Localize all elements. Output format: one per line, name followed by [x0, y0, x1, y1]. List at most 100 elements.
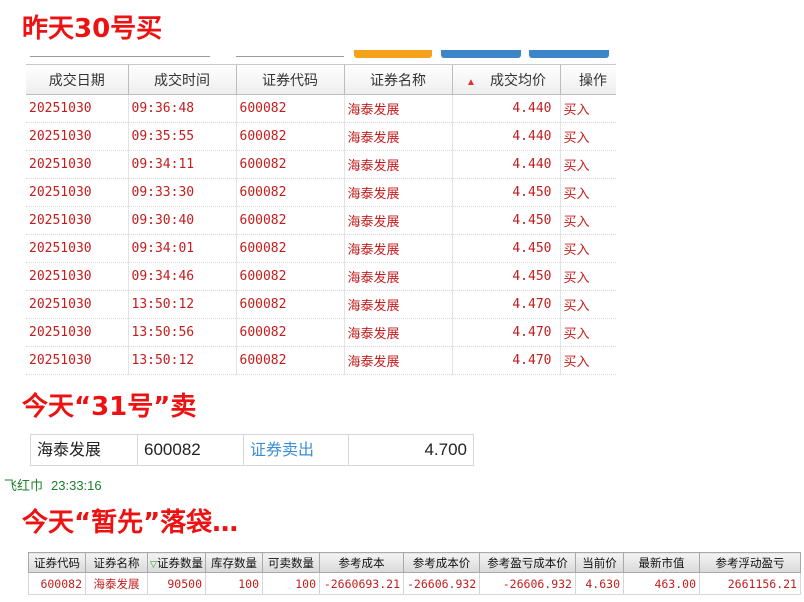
- pos-col-quantity-label: 证券数量: [156, 555, 203, 570]
- pos-col-name[interactable]: 证券名称: [85, 552, 148, 573]
- pos-cell-market-value: 463.00: [623, 572, 700, 595]
- trade-cell-code: 600082: [236, 262, 345, 291]
- query-input-end[interactable]: [236, 50, 344, 57]
- pos-cell-code: 600082: [28, 572, 86, 595]
- pos-cell-stock: 100: [205, 572, 263, 595]
- trade-row[interactable]: 20251030 09:35:55 600082 海泰发展 4.440 买入: [26, 122, 616, 151]
- trade-cell-code: 600082: [236, 94, 345, 123]
- trade-cell-avg-price: 4.470: [452, 318, 561, 347]
- pos-cell-quantity: 90500: [147, 572, 206, 595]
- trade-cell-code: 600082: [236, 318, 345, 347]
- toolbar-button-blue-1[interactable]: [441, 50, 521, 58]
- notification-source: 飞红巾: [4, 479, 44, 494]
- col-header-name[interactable]: 证券名称: [344, 65, 453, 95]
- position-header-row: 证券代码 证券名称 ▽证券数量 库存数量 可卖数量 参考成本 参考成本价 参考盈…: [28, 552, 801, 573]
- pos-col-floating-pl[interactable]: 参考浮动盈亏: [699, 552, 801, 573]
- trade-row[interactable]: 20251030 09:36:48 600082 海泰发展 4.440 买入: [26, 94, 616, 123]
- pos-col-current-price[interactable]: 当前价: [575, 552, 624, 573]
- trade-row[interactable]: 20251030 09:30:40 600082 海泰发展 4.450 买入: [26, 206, 616, 235]
- trade-row[interactable]: 20251030 09:34:01 600082 海泰发展 4.450 买入: [26, 234, 616, 263]
- trade-cell-operation: 买入: [560, 346, 616, 375]
- sort-up-icon: ▲: [466, 76, 476, 88]
- trade-cell-date: 20251030: [26, 178, 129, 207]
- trade-row[interactable]: 20251030 09:34:11 600082 海泰发展 4.440 买入: [26, 150, 616, 179]
- pos-col-cost[interactable]: 参考成本: [319, 552, 404, 573]
- trade-row[interactable]: 20251030 13:50:12 600082 海泰发展 4.470 买入: [26, 290, 616, 319]
- trade-cell-name: 海泰发展: [344, 290, 453, 319]
- trade-cell-time: 09:34:46: [128, 262, 237, 291]
- pos-cell-sellable: 100: [262, 572, 320, 595]
- trade-cell-date: 20251030: [26, 262, 129, 291]
- trade-cell-avg-price: 4.450: [452, 178, 561, 207]
- trade-cell-avg-price: 4.440: [452, 94, 561, 123]
- trade-row[interactable]: 20251030 13:50:12 600082 海泰发展 4.470 买入: [26, 346, 616, 375]
- trade-cell-name: 海泰发展: [344, 206, 453, 235]
- trade-cell-operation: 买入: [560, 318, 616, 347]
- trade-cell-date: 20251030: [26, 206, 129, 235]
- heading-bought: 昨天30号买: [22, 14, 163, 44]
- pos-col-stock[interactable]: 库存数量: [205, 552, 263, 573]
- sell-record-row[interactable]: 海泰发展 600082 证券卖出 4.700: [30, 434, 474, 466]
- trade-cell-avg-price: 4.450: [452, 206, 561, 235]
- pos-col-market-value[interactable]: 最新市值: [623, 552, 700, 573]
- trade-cell-code: 600082: [236, 234, 345, 263]
- trade-cell-date: 20251030: [26, 318, 129, 347]
- sort-down-icon: ▽: [150, 559, 157, 570]
- trade-cell-name: 海泰发展: [344, 122, 453, 151]
- toolbar-button-orange[interactable]: [354, 50, 432, 58]
- trade-cell-name: 海泰发展: [344, 318, 453, 347]
- trade-cell-time: 13:50:12: [128, 290, 237, 319]
- trade-cell-name: 海泰发展: [344, 150, 453, 179]
- trade-cell-time: 09:30:40: [128, 206, 237, 235]
- trade-cell-operation: 买入: [560, 234, 616, 263]
- trade-cell-code: 600082: [236, 206, 345, 235]
- pos-col-sellable[interactable]: 可卖数量: [262, 552, 320, 573]
- pos-cell-pl-cost-price: -26606.932: [479, 572, 576, 595]
- trade-cell-avg-price: 4.450: [452, 234, 561, 263]
- trade-cell-operation: 买入: [560, 122, 616, 151]
- trade-cell-date: 20251030: [26, 122, 129, 151]
- position-table: 证券代码 证券名称 ▽证券数量 库存数量 可卖数量 参考成本 参考成本价 参考盈…: [28, 552, 801, 595]
- trade-cell-name: 海泰发展: [344, 178, 453, 207]
- trade-cell-avg-price: 4.470: [452, 346, 561, 375]
- pos-cell-name: 海泰发展: [85, 572, 148, 595]
- trade-cell-operation: 买入: [560, 290, 616, 319]
- col-header-avg-price-label: 成交均价: [489, 71, 546, 88]
- pos-cell-cost: -2660693.21: [319, 572, 404, 595]
- trade-cell-operation: 买入: [560, 94, 616, 123]
- col-header-date[interactable]: 成交日期: [26, 65, 129, 95]
- pos-cell-cost-price: -26606.932: [403, 572, 480, 595]
- query-input-start[interactable]: [30, 50, 210, 57]
- trade-cell-operation: 买入: [560, 262, 616, 291]
- sell-price: 4.700: [424, 440, 467, 459]
- pos-col-code[interactable]: 证券代码: [28, 552, 86, 573]
- trade-cell-code: 600082: [236, 122, 345, 151]
- pos-col-cost-price[interactable]: 参考成本价: [403, 552, 480, 573]
- trade-cell-code: 600082: [236, 290, 345, 319]
- col-header-code[interactable]: 证券代码: [236, 65, 345, 95]
- col-header-time[interactable]: 成交时间: [128, 65, 237, 95]
- pos-col-pl-cost-price[interactable]: 参考盈亏成本价: [479, 552, 576, 573]
- position-row[interactable]: 600082 海泰发展 90500 100 100 -2660693.21 -2…: [28, 572, 801, 595]
- col-header-avg-price[interactable]: ▲ 成交均价: [452, 65, 561, 95]
- trades-table: 成交日期 成交时间 证券代码 证券名称 ▲ 成交均价 操作 20251030 09:…: [26, 64, 616, 375]
- trade-row[interactable]: 20251030 09:34:46 600082 海泰发展 4.450 买入: [26, 262, 616, 291]
- pos-cell-current-price: 4.630: [575, 572, 624, 595]
- pos-col-quantity[interactable]: ▽证券数量: [147, 552, 206, 573]
- trade-cell-name: 海泰发展: [344, 94, 453, 123]
- trade-cell-avg-price: 4.450: [452, 262, 561, 291]
- trade-cell-code: 600082: [236, 178, 345, 207]
- trade-cell-avg-price: 4.440: [452, 122, 561, 151]
- trade-cell-operation: 买入: [560, 150, 616, 179]
- trade-cell-time: 09:34:01: [128, 234, 237, 263]
- trade-row[interactable]: 20251030 13:50:56 600082 海泰发展 4.470 买入: [26, 318, 616, 347]
- toolbar-button-blue-2[interactable]: [529, 50, 609, 58]
- trade-cell-name: 海泰发展: [344, 234, 453, 263]
- trade-cell-date: 20251030: [26, 150, 129, 179]
- trade-cell-avg-price: 4.470: [452, 290, 561, 319]
- trade-cell-code: 600082: [236, 150, 345, 179]
- trade-cell-date: 20251030: [26, 290, 129, 319]
- col-header-operation[interactable]: 操作: [560, 65, 616, 95]
- heading-result: 今天“暂先”落袋…: [22, 508, 239, 538]
- trade-row[interactable]: 20251030 09:33:30 600082 海泰发展 4.450 买入: [26, 178, 616, 207]
